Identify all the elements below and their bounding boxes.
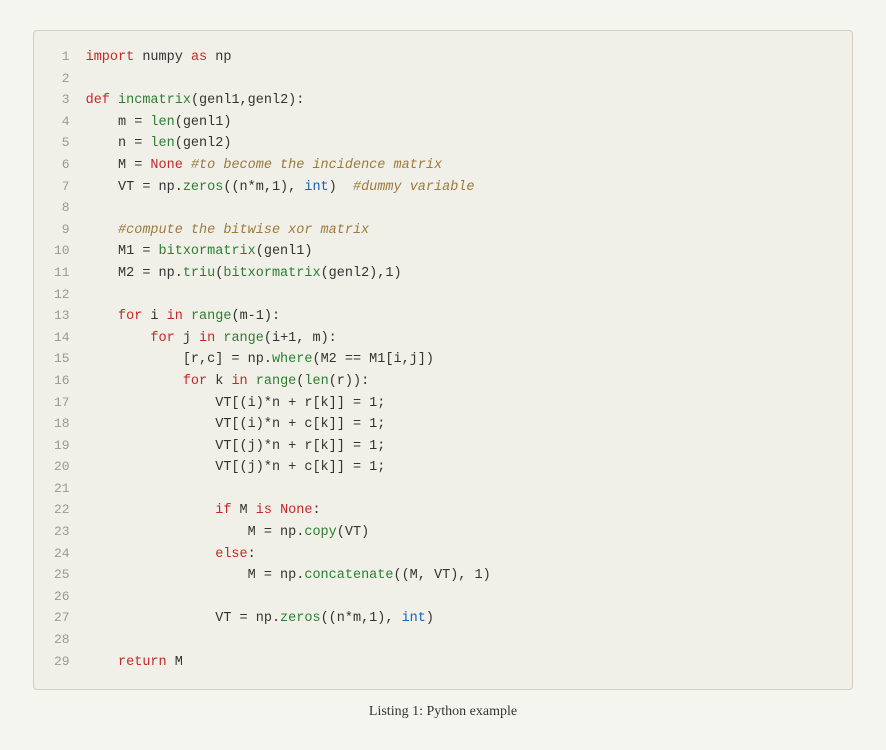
code-content: if M is None: (86, 500, 832, 522)
code-content: VT = np.zeros((n*m,1), int) (86, 608, 832, 630)
table-row: 8 (54, 198, 832, 220)
line-number: 4 (54, 112, 86, 134)
table-row: 3 def incmatrix(genl1,genl2): (54, 90, 832, 112)
line-number: 24 (54, 544, 86, 566)
table-row: 6 M = None #to become the incidence matr… (54, 155, 832, 177)
code-content: n = len(genl2) (86, 133, 832, 155)
code-content: VT[(j)*n + r[k]] = 1; (86, 436, 832, 458)
line-number: 21 (54, 479, 86, 501)
line-number: 22 (54, 500, 86, 522)
table-row: 11 M2 = np.triu(bitxormatrix(genl2),1) (54, 263, 832, 285)
code-content: M = np.concatenate((M, VT), 1) (86, 565, 832, 587)
line-number: 18 (54, 414, 86, 436)
code-content (86, 198, 832, 220)
table-row: 7 VT = np.zeros((n*m,1), int) #dummy var… (54, 177, 832, 199)
table-row: 13 for i in range(m-1): (54, 306, 832, 328)
table-row: 17 VT[(i)*n + r[k]] = 1; (54, 393, 832, 415)
line-number: 2 (54, 69, 86, 91)
table-row: 14 for j in range(i+1, m): (54, 328, 832, 350)
code-content: m = len(genl1) (86, 112, 832, 134)
table-row: 9 #compute the bitwise xor matrix (54, 220, 832, 242)
code-content: VT[(j)*n + c[k]] = 1; (86, 457, 832, 479)
code-content: #compute the bitwise xor matrix (86, 220, 832, 242)
code-content (86, 630, 832, 652)
table-row: 15 [r,c] = np.where(M2 == M1[i,j]) (54, 349, 832, 371)
line-number: 26 (54, 587, 86, 609)
line-number: 8 (54, 198, 86, 220)
line-number: 23 (54, 522, 86, 544)
table-row: 25 M = np.concatenate((M, VT), 1) (54, 565, 832, 587)
code-content: import numpy as np (86, 47, 832, 69)
line-number: 29 (54, 652, 86, 674)
table-row: 12 (54, 285, 832, 307)
code-content: for j in range(i+1, m): (86, 328, 832, 350)
code-content: VT = np.zeros((n*m,1), int) #dummy varia… (86, 177, 832, 199)
page-container: 1 import numpy as np 2 3 def incmatrix(g… (0, 0, 886, 750)
table-row: 18 VT[(i)*n + c[k]] = 1; (54, 414, 832, 436)
line-number: 28 (54, 630, 86, 652)
listing-caption: Listing 1: Python example (369, 704, 517, 720)
line-number: 17 (54, 393, 86, 415)
table-row: 24 else: (54, 544, 832, 566)
table-row: 20 VT[(j)*n + c[k]] = 1; (54, 457, 832, 479)
table-row: 1 import numpy as np (54, 47, 832, 69)
code-content: M2 = np.triu(bitxormatrix(genl2),1) (86, 263, 832, 285)
line-number: 25 (54, 565, 86, 587)
table-row: 29 return M (54, 652, 832, 674)
code-content: [r,c] = np.where(M2 == M1[i,j]) (86, 349, 832, 371)
code-content (86, 587, 832, 609)
code-content: def incmatrix(genl1,genl2): (86, 90, 832, 112)
table-row: 16 for k in range(len(r)): (54, 371, 832, 393)
code-table: 1 import numpy as np 2 3 def incmatrix(g… (54, 47, 832, 673)
table-row: 21 (54, 479, 832, 501)
code-box: 1 import numpy as np 2 3 def incmatrix(g… (33, 30, 853, 690)
code-content: else: (86, 544, 832, 566)
code-content: M1 = bitxormatrix(genl1) (86, 241, 832, 263)
table-row: 26 (54, 587, 832, 609)
table-row: 4 m = len(genl1) (54, 112, 832, 134)
line-number: 7 (54, 177, 86, 199)
table-row: 23 M = np.copy(VT) (54, 522, 832, 544)
code-content: VT[(i)*n + c[k]] = 1; (86, 414, 832, 436)
line-number: 3 (54, 90, 86, 112)
line-number: 16 (54, 371, 86, 393)
code-content (86, 479, 832, 501)
line-number: 13 (54, 306, 86, 328)
code-content (86, 285, 832, 307)
table-row: 19 VT[(j)*n + r[k]] = 1; (54, 436, 832, 458)
code-content: return M (86, 652, 832, 674)
line-number: 6 (54, 155, 86, 177)
line-number: 10 (54, 241, 86, 263)
code-content: M = np.copy(VT) (86, 522, 832, 544)
table-row: 27 VT = np.zeros((n*m,1), int) (54, 608, 832, 630)
code-content: for k in range(len(r)): (86, 371, 832, 393)
line-number: 5 (54, 133, 86, 155)
line-number: 19 (54, 436, 86, 458)
line-number: 20 (54, 457, 86, 479)
line-number: 11 (54, 263, 86, 285)
line-number: 15 (54, 349, 86, 371)
code-content: for i in range(m-1): (86, 306, 832, 328)
line-number: 1 (54, 47, 86, 69)
code-content: M = None #to become the incidence matrix (86, 155, 832, 177)
line-number: 27 (54, 608, 86, 630)
table-row: 2 (54, 69, 832, 91)
table-row: 10 M1 = bitxormatrix(genl1) (54, 241, 832, 263)
line-number: 14 (54, 328, 86, 350)
line-number: 12 (54, 285, 86, 307)
table-row: 5 n = len(genl2) (54, 133, 832, 155)
code-content: VT[(i)*n + r[k]] = 1; (86, 393, 832, 415)
code-content (86, 69, 832, 91)
line-number: 9 (54, 220, 86, 242)
table-row: 22 if M is None: (54, 500, 832, 522)
table-row: 28 (54, 630, 832, 652)
